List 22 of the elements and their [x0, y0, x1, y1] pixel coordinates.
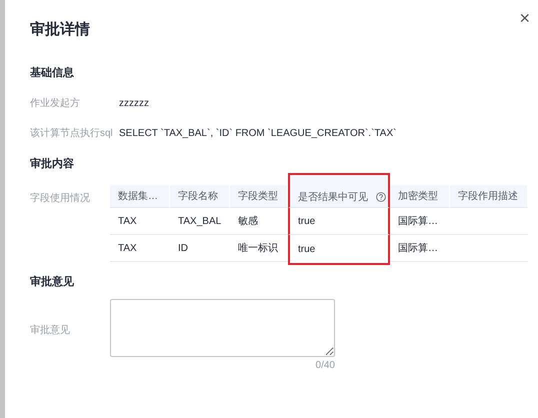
dialog-title: 审批详情 [30, 20, 91, 39]
section-heading: 审批内容 [30, 156, 75, 171]
field-value: SELECT `TAX_BAL`, `ID` FROM `LEAGUE_CREATOR`.`TAX` [119, 128, 396, 138]
field-value: zzzzzz [119, 98, 149, 108]
field-label: 审批意见 [30, 324, 71, 337]
field-label: 字段使用情况 [30, 192, 91, 205]
column-header: 字段类型 [230, 185, 288, 208]
help-icon[interactable] [376, 192, 386, 202]
column-header: 加密类型 [390, 185, 450, 208]
field-label: 作业发起方 [30, 96, 81, 110]
field-label: 该计算节点执行sql [30, 126, 114, 140]
table-cell: true [288, 208, 390, 235]
character-counter: 0/40 [316, 360, 335, 371]
table-cell: true [288, 235, 390, 265]
column-header: 字段名称 [170, 185, 230, 208]
column-header: 数据集… [110, 185, 170, 208]
opinion-input[interactable] [110, 299, 335, 357]
column-header: 是否结果中可见 [288, 173, 390, 208]
close-button[interactable]: × [517, 8, 532, 29]
section-heading: 审批意见 [30, 274, 75, 289]
section-heading: 基础信息 [30, 66, 75, 80]
column-header: 字段作用描述 [450, 185, 528, 208]
